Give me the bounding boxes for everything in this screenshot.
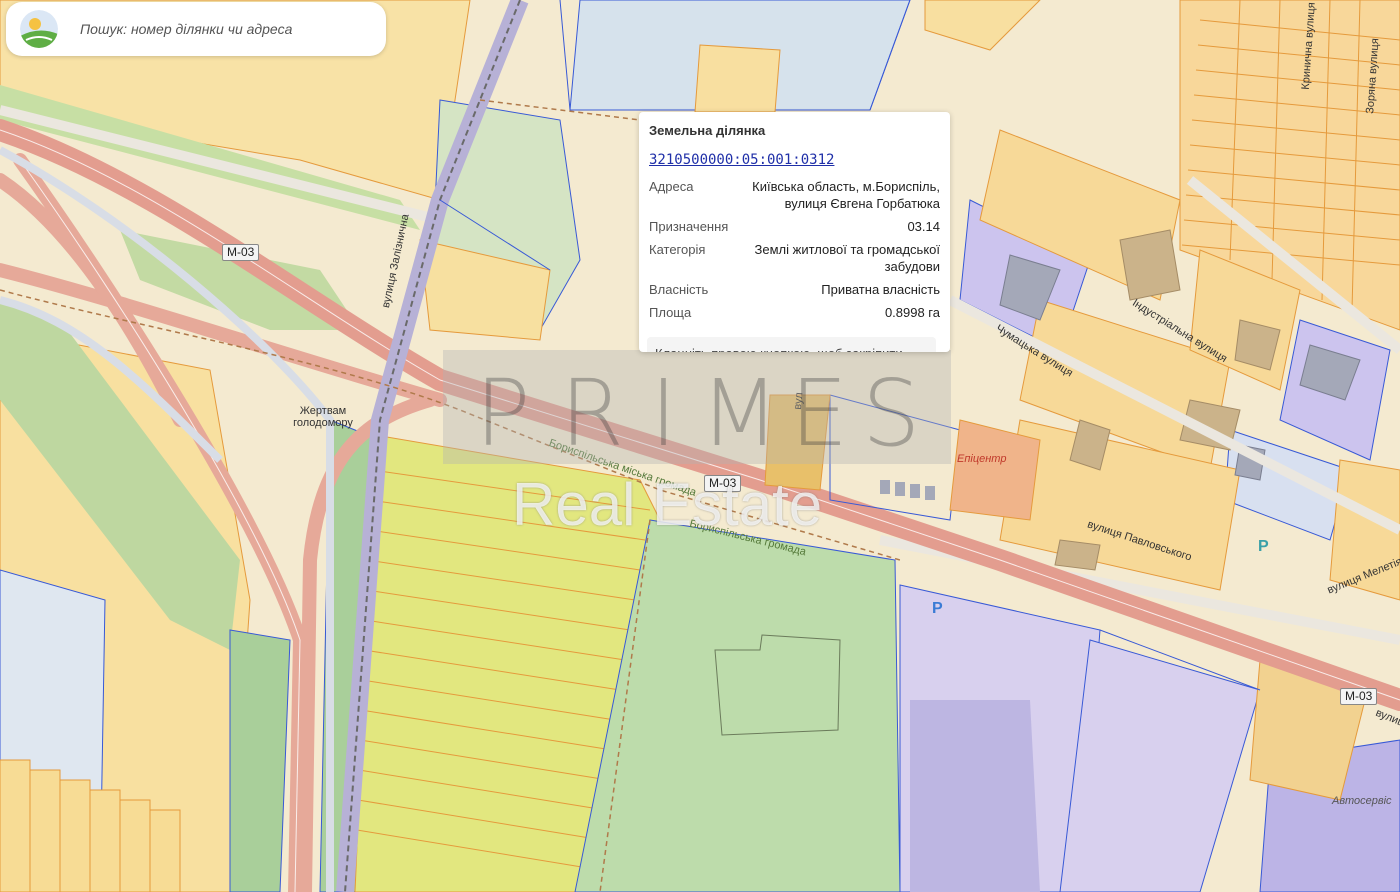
- epicenter-label: Епіцентр: [957, 453, 1007, 465]
- search-box[interactable]: [6, 2, 386, 56]
- attr-row-area: Площа 0.8998 га: [649, 304, 940, 327]
- attr-row-ownership: Власність Приватна власність: [649, 281, 940, 304]
- watermark-letter-m: M: [700, 360, 780, 467]
- attr-value: 0.8998 га: [884, 305, 940, 320]
- parking-icon-2: P: [1258, 538, 1269, 555]
- watermark-letter-e: E: [790, 360, 849, 467]
- parcel-attributes-table: Адреса Київська область, м.Бориспіль, ву…: [649, 178, 940, 327]
- attr-key: Призначення: [649, 219, 729, 234]
- attr-key: Власність: [649, 282, 709, 297]
- attr-key: Адреса: [649, 179, 694, 194]
- watermark-letter-r: R: [560, 360, 624, 467]
- attr-row-purpose: Призначення 03.14: [649, 218, 940, 241]
- search-input[interactable]: [78, 20, 382, 38]
- popup-title: Земельна ділянка: [649, 123, 766, 138]
- parcel-info-popup[interactable]: Земельна ділянка 3210500000:05:001:0312 …: [639, 112, 950, 352]
- autoservice-label: Автосервіс: [1332, 795, 1392, 807]
- memorial-label: Жертвам голодомору: [293, 405, 353, 429]
- pin-popup-hint: Клацніть правою кнопкою, щоб закріпити п…: [647, 337, 936, 352]
- watermark-letter-p: P: [475, 360, 531, 467]
- cadastral-number-link[interactable]: 3210500000:05:001:0312: [649, 152, 940, 168]
- attr-row-category: Категорія Землі житлової та громадської …: [649, 241, 940, 281]
- road-shield-m03-right: М-03: [1340, 688, 1378, 705]
- attr-value: Приватна власність: [821, 282, 940, 297]
- watermark-subtitle: Real Estate: [512, 471, 823, 538]
- road-shield-m03-left: М-03: [222, 244, 260, 261]
- attr-value: Київська область, м.Бориспіль, вулиця Єв…: [752, 179, 940, 211]
- parcel-top-center-yellow: [694, 44, 781, 113]
- attr-row-address: Адреса Київська область, м.Бориспіль, ву…: [649, 178, 940, 218]
- parking-icon-1: P: [932, 600, 943, 617]
- app-logo-icon[interactable]: [20, 10, 58, 48]
- attr-value: Землі житлової та громадської забудови: [754, 242, 940, 274]
- watermark-letter-s: S: [862, 360, 921, 467]
- attr-key: Площа: [649, 305, 692, 320]
- watermark-letter-i: I: [650, 360, 678, 467]
- green-strip-3: [229, 629, 291, 892]
- industrial-area-2: [910, 700, 1040, 892]
- attr-key: Категорія: [649, 242, 706, 257]
- attr-value: 03.14: [907, 219, 940, 234]
